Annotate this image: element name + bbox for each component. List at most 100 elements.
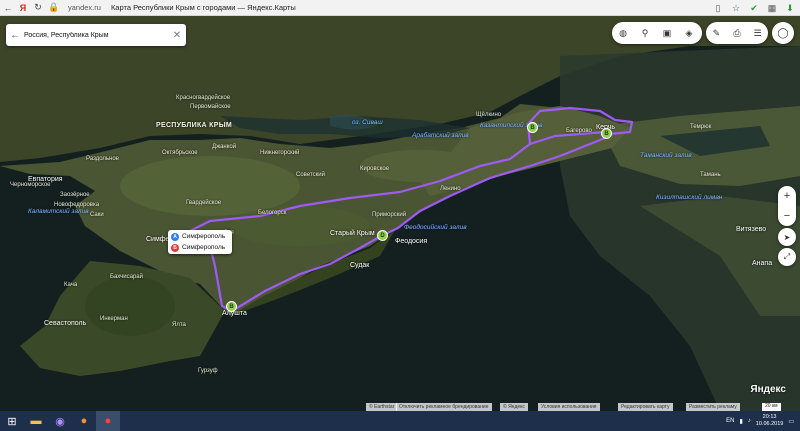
zoom-out-icon[interactable]: −: [784, 210, 790, 222]
viber-icon[interactable]: ◉: [48, 411, 72, 431]
settlement-label: Первомайское: [190, 104, 231, 110]
arrow-icon: ➤: [783, 232, 791, 242]
settlement-label: Новофедоровка: [54, 202, 100, 208]
layers-icon[interactable]: ◈: [678, 22, 700, 44]
back-arrow-icon[interactable]: ←: [0, 0, 16, 16]
settlement-label: Заозёрное: [60, 192, 90, 198]
geolocation-button[interactable]: ➤: [778, 228, 796, 246]
user-icon: ◯: [777, 27, 789, 39]
notifications-icon[interactable]: ▭: [788, 418, 794, 425]
bookmark-icon[interactable]: ☆: [730, 3, 742, 14]
language-indicator[interactable]: EN: [726, 418, 734, 424]
scale-bar: 20 км: [762, 403, 781, 411]
settlement-label: Саки: [90, 212, 104, 218]
settlement-label: Тамань: [700, 172, 721, 178]
ruler-icon[interactable]: ✎: [706, 22, 727, 44]
address-bar[interactable]: yandex.ru: [68, 3, 101, 12]
protect-icon[interactable]: ✔: [748, 3, 760, 14]
system-tray: EN ▮ ♪ 20:13 10.06.2019 ▭: [726, 411, 794, 431]
edit-map-link[interactable]: Редактировать карту: [618, 403, 673, 411]
print-icon[interactable]: ⎙: [727, 22, 748, 44]
water-label: Арабатский залив: [412, 132, 469, 139]
yandex-browser-icon[interactable]: ●: [96, 411, 120, 431]
settlement-label: Кировское: [360, 166, 390, 172]
route-point-b[interactable]: Б Симферополь: [168, 242, 232, 253]
point-b-icon: Б: [171, 243, 179, 252]
settlement-label: Приморский: [372, 212, 407, 218]
terms-link[interactable]: Условия использования: [538, 403, 600, 411]
settlement-label: Багерово: [566, 128, 592, 134]
search-input[interactable]: [24, 31, 168, 39]
search-box: ← ✕: [6, 24, 186, 46]
menu-icon[interactable]: ☰: [747, 22, 768, 44]
sidebar-icon[interactable]: ▦: [766, 3, 778, 14]
water-label: Кизилташский лиман: [656, 194, 723, 201]
browser-actions: ▯ ☆ ✔ ▦ ⬇: [712, 0, 796, 16]
city-label: Анапа: [752, 260, 773, 267]
route-point-a[interactable]: A Симферополь: [168, 231, 232, 242]
taskbar: ⊞ ▬ ◉ ● ● EN ▮ ♪ 20:13 10.06.2019 ▭: [0, 411, 800, 431]
lock-icon: 🔒: [48, 2, 60, 12]
city-label: Феодосия: [395, 238, 428, 245]
settlement-label: Черноморское: [10, 182, 51, 188]
route-waypoint-marker[interactable]: B: [226, 301, 237, 312]
advertise-link[interactable]: Разместить рекламу: [686, 403, 740, 411]
route-waypoint-marker[interactable]: B: [601, 128, 612, 139]
refresh-icon[interactable]: ↻: [30, 0, 46, 16]
bike-icon[interactable]: ⚲: [634, 22, 656, 44]
map-canvas[interactable]: РЕСПУБЛИКА КРЫМ оз. Сиваш Арабатский зал…: [0, 16, 800, 411]
volume-icon[interactable]: ♪: [748, 418, 751, 424]
settlement-label: Ялта: [172, 322, 186, 328]
user-avatar-button[interactable]: ◯: [772, 22, 794, 44]
water-label: оз. Сиваш: [352, 119, 383, 126]
expand-button[interactable]: ⤢: [778, 248, 796, 266]
settlement-label: Нижнегорский: [260, 150, 300, 156]
water-label: Феодосийский залив: [404, 224, 467, 231]
water-label: Таманский залив: [640, 152, 692, 159]
brand-off-link[interactable]: Отключить рекламное брендирование: [396, 403, 492, 411]
settlement-label: Джанкой: [212, 144, 237, 150]
reader-icon[interactable]: ▯: [712, 3, 724, 14]
city-label: Старый Крым: [330, 230, 375, 237]
water-label: Каламитский залив: [28, 208, 89, 215]
settlement-label: Советский: [296, 172, 325, 178]
route-point-label: Симферополь: [182, 244, 226, 251]
settlement-label: Октябрьское: [162, 150, 198, 156]
clock-time: 20:13: [762, 414, 777, 420]
tools-toolbar: ✎ ⎙ ☰: [706, 22, 768, 44]
clock[interactable]: 20:13 10.06.2019: [756, 414, 784, 428]
settlement-label: Красногвардейское: [176, 95, 231, 101]
route-waypoint-marker[interactable]: D: [377, 230, 388, 241]
settlement-label: Бахчисарай: [110, 274, 143, 280]
fullscreen-icon: ⤢: [783, 252, 791, 261]
city-label: Витязево: [736, 226, 767, 233]
route-points-popup: A Симферополь Б Симферополь: [168, 230, 232, 254]
settlement-label: Белогорск: [258, 210, 287, 216]
back-arrow-icon[interactable]: ←: [6, 30, 24, 41]
bus-icon[interactable]: ▣: [656, 22, 678, 44]
route-point-label: Симферополь: [182, 233, 226, 240]
browser-toolbar: ← Я ↻ 🔒 yandex.ru Карта Республики Крым …: [0, 0, 800, 16]
copyright: © Яндекс: [500, 403, 528, 411]
yandex-logo-icon[interactable]: Я: [16, 3, 30, 13]
settlement-label: Гурзуф: [198, 368, 218, 374]
zoom-control: + −: [778, 186, 796, 226]
firefox-icon[interactable]: ●: [72, 411, 96, 431]
settlement-label: Инкерман: [100, 316, 128, 322]
layers-toolbar: ◍ ⚲ ▣ ◈: [612, 22, 702, 44]
route-waypoint-marker[interactable]: B: [527, 122, 538, 133]
folder-icon[interactable]: ▬: [24, 411, 48, 431]
settlement-label: Раздольное: [86, 156, 120, 162]
traffic-icon[interactable]: ◍: [612, 22, 634, 44]
attribution: © Earthstar: [366, 403, 398, 411]
settlement-label: Щёлкино: [476, 112, 502, 118]
start-windows-icon[interactable]: ⊞: [0, 411, 24, 431]
settlement-label: Гвардейское: [186, 200, 222, 206]
close-icon[interactable]: ✕: [168, 30, 186, 41]
yandex-logo: Яндекс: [750, 384, 786, 395]
download-icon[interactable]: ⬇: [784, 3, 796, 14]
zoom-in-icon[interactable]: +: [784, 190, 790, 202]
region-label: РЕСПУБЛИКА КРЫМ: [156, 122, 232, 129]
settlement-label: Кача: [64, 282, 78, 288]
network-icon[interactable]: ▮: [739, 418, 742, 425]
